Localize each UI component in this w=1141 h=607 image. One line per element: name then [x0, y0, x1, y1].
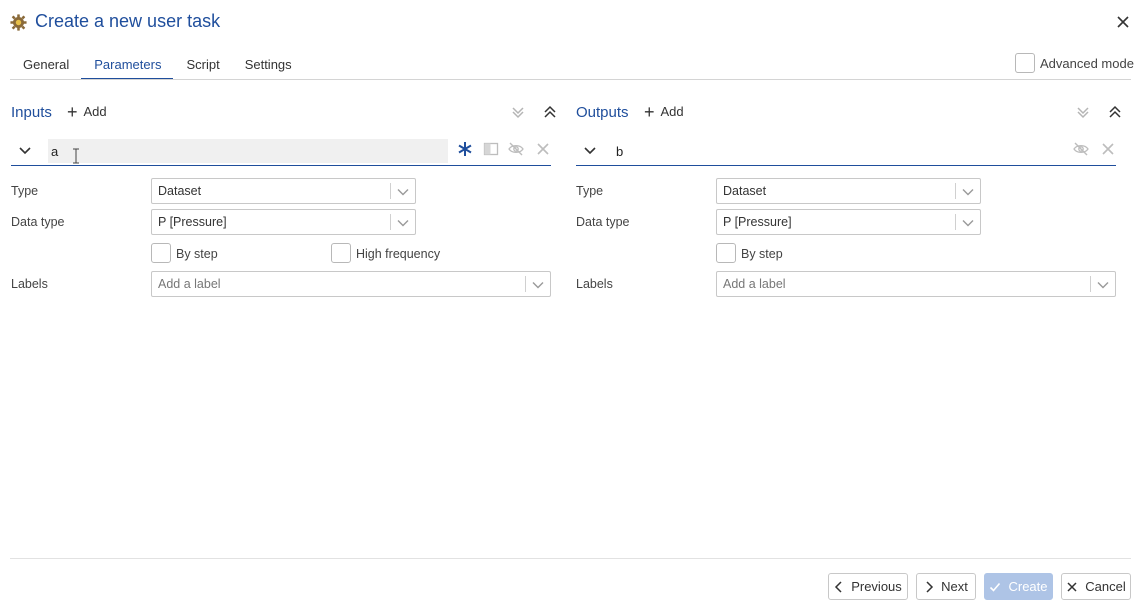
expand-all-icon[interactable]: [510, 104, 526, 120]
advanced-mode-checkbox[interactable]: [1015, 53, 1035, 73]
previous-label: Previous: [851, 579, 902, 594]
chevron-down-icon[interactable]: [583, 144, 597, 158]
chevron-down-icon: [1097, 282, 1109, 289]
chevron-right-icon: [926, 580, 934, 593]
chevron-down-icon: [962, 220, 974, 227]
panel-icon[interactable]: [483, 141, 499, 157]
chevron-left-icon: [835, 580, 842, 593]
input-high-frequency-label: High frequency: [356, 247, 441, 261]
input-type-select[interactable]: Dataset: [151, 178, 416, 204]
cancel-label: Cancel: [1085, 579, 1126, 594]
output-labels-select[interactable]: Add a label: [716, 271, 1116, 297]
plus-icon: +: [644, 101, 655, 122]
output-by-step-label: By step: [741, 247, 783, 261]
output-data-type-select[interactable]: P [Pressure]: [716, 209, 981, 235]
next-label: Next: [941, 579, 968, 594]
output-type-value: Dataset: [723, 184, 767, 198]
output-data-type-label: Data type: [576, 215, 630, 229]
next-button[interactable]: Next: [916, 573, 976, 600]
add-output-button[interactable]: + Add: [644, 101, 684, 122]
check-icon: [990, 582, 1001, 592]
plus-icon: +: [67, 101, 78, 122]
hidden-eye-icon[interactable]: [508, 141, 524, 157]
text-cursor-icon: [73, 148, 79, 164]
input-labels-placeholder: Add a label: [158, 277, 221, 291]
tab-settings[interactable]: Settings: [232, 54, 304, 80]
previous-button[interactable]: Previous: [828, 573, 908, 600]
add-input-button[interactable]: + Add: [67, 101, 107, 122]
input-labels-select[interactable]: Add a label: [151, 271, 551, 297]
close-icon[interactable]: [1114, 13, 1132, 31]
advanced-mode-label: Advanced mode: [1040, 56, 1134, 71]
output-type-select[interactable]: Dataset: [716, 178, 981, 204]
input-type-value: Dataset: [158, 184, 202, 198]
chevron-down-icon: [397, 189, 409, 196]
input-name-field[interactable]: [48, 139, 448, 163]
chevron-down-icon: [397, 220, 409, 227]
footer-divider: [10, 558, 1131, 559]
input-data-type-label: Data type: [11, 215, 65, 229]
chevron-down-icon: [962, 189, 974, 196]
hidden-eye-icon[interactable]: [1073, 141, 1089, 157]
collapse-all-icon[interactable]: [1107, 104, 1123, 120]
output-type-label: Type: [576, 184, 604, 198]
output-labels-label: Labels: [576, 277, 613, 291]
tab-bar: General Parameters Script Settings: [10, 54, 304, 80]
input-by-step-label: By step: [176, 247, 218, 261]
add-output-label: Add: [660, 104, 684, 119]
gear-icon: [10, 14, 27, 31]
remove-icon[interactable]: [535, 141, 551, 157]
input-data-type-value: P [Pressure]: [158, 215, 227, 229]
input-type-label: Type: [11, 184, 39, 198]
input-by-step-checkbox[interactable]: [151, 243, 171, 263]
required-asterisk-icon[interactable]: [457, 141, 473, 157]
dialog-title: Create a new user task: [35, 11, 221, 31]
tab-parameters[interactable]: Parameters: [81, 54, 174, 80]
close-icon: [1067, 581, 1077, 592]
tab-script[interactable]: Script: [173, 54, 231, 80]
chevron-down-icon[interactable]: [18, 144, 32, 158]
outputs-title: Outputs: [576, 104, 629, 121]
output-name-field[interactable]: [613, 139, 1053, 163]
add-input-label: Add: [83, 104, 107, 119]
output-by-step-checkbox[interactable]: [716, 243, 736, 263]
output-labels-placeholder: Add a label: [723, 277, 786, 291]
output-row-underline: [576, 165, 1116, 166]
create-button[interactable]: Create: [984, 573, 1053, 600]
input-high-frequency-checkbox[interactable]: [331, 243, 351, 263]
tab-general[interactable]: General: [10, 54, 81, 80]
inputs-title: Inputs: [11, 104, 52, 121]
tab-divider: [10, 79, 1131, 80]
expand-all-icon[interactable]: [1075, 104, 1091, 120]
remove-icon[interactable]: [1100, 141, 1116, 157]
input-data-type-select[interactable]: P [Pressure]: [151, 209, 416, 235]
input-labels-label: Labels: [11, 277, 48, 291]
output-data-type-value: P [Pressure]: [723, 215, 792, 229]
input-row-underline: [11, 165, 551, 166]
collapse-all-icon[interactable]: [542, 104, 558, 120]
cancel-button[interactable]: Cancel: [1061, 573, 1131, 600]
create-label: Create: [1008, 579, 1048, 594]
chevron-down-icon: [532, 282, 544, 289]
